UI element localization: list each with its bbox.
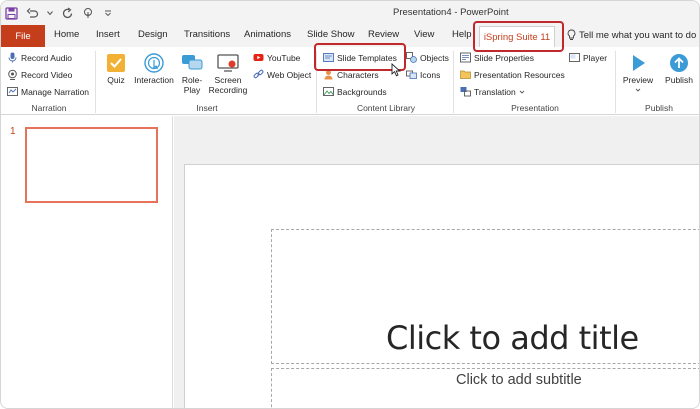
translation-icon bbox=[460, 87, 471, 97]
tell-me-search[interactable]: Tell me what you want to do bbox=[567, 29, 696, 41]
group-separator bbox=[615, 51, 616, 113]
microphone-icon bbox=[8, 52, 17, 63]
quiz-button[interactable]: Quiz bbox=[103, 53, 129, 85]
web-object-button[interactable]: Web Object bbox=[253, 69, 311, 80]
slide-number: 1 bbox=[10, 126, 16, 137]
group-label-content-library: Content Library bbox=[356, 103, 416, 113]
group-separator bbox=[453, 51, 454, 113]
webcam-icon bbox=[8, 69, 17, 80]
slide-thumbnails-panel: 1 bbox=[1, 116, 173, 408]
play-icon bbox=[633, 55, 645, 71]
lightbulb-icon bbox=[567, 29, 576, 40]
tab-slide-show[interactable]: Slide Show bbox=[307, 29, 355, 40]
tab-help[interactable]: Help bbox=[452, 29, 472, 40]
touch-mode-icon[interactable] bbox=[82, 7, 96, 20]
powerpoint-window: Presentation4 - PowerPoint File Home Ins… bbox=[0, 0, 700, 409]
resources-icon bbox=[460, 70, 471, 79]
role-play-button[interactable]: Role- Play bbox=[178, 53, 206, 95]
record-video-button[interactable]: Record Video bbox=[7, 69, 72, 80]
slide-canvas[interactable]: Click to add title Click to add subtitle bbox=[184, 164, 699, 408]
slide-editing-area: Click to add title Click to add subtitle bbox=[174, 116, 699, 408]
subtitle-placeholder[interactable]: Click to add subtitle bbox=[271, 368, 699, 408]
backgrounds-icon bbox=[323, 87, 334, 96]
quiz-icon bbox=[107, 54, 125, 72]
publish-button[interactable]: Publish bbox=[660, 53, 698, 85]
title-placeholder[interactable]: Click to add title bbox=[271, 229, 699, 364]
tab-transitions[interactable]: Transitions bbox=[184, 29, 230, 40]
group-label-narration: Narration bbox=[31, 103, 67, 113]
interaction-button[interactable]: Interaction bbox=[132, 53, 176, 85]
publish-icon bbox=[670, 54, 688, 72]
youtube-button[interactable]: YouTube bbox=[253, 52, 300, 63]
slide-properties-icon bbox=[460, 52, 471, 63]
tab-review[interactable]: Review bbox=[368, 29, 399, 40]
tab-home[interactable]: Home bbox=[54, 29, 79, 40]
player-icon bbox=[569, 53, 580, 62]
title-bar: Presentation4 - PowerPoint bbox=[1, 1, 699, 25]
objects-button[interactable]: Objects bbox=[406, 52, 449, 63]
manage-narration-button[interactable]: Manage Narration bbox=[7, 86, 89, 97]
redo-icon[interactable] bbox=[61, 7, 74, 20]
icons-library-icon bbox=[406, 70, 417, 79]
quick-access-toolbar bbox=[5, 4, 112, 22]
record-audio-button[interactable]: Record Audio bbox=[7, 52, 72, 63]
role-play-icon bbox=[182, 55, 203, 70]
highlight-ispring-tab bbox=[473, 21, 564, 52]
screen-recording-icon bbox=[217, 54, 239, 72]
manage-narration-icon bbox=[7, 87, 18, 96]
undo-icon[interactable] bbox=[26, 7, 39, 20]
save-icon[interactable] bbox=[5, 6, 18, 20]
chevron-down-icon bbox=[519, 90, 525, 94]
customize-icon[interactable] bbox=[104, 9, 112, 17]
player-button[interactable]: Player bbox=[569, 52, 607, 63]
objects-icon bbox=[406, 52, 417, 63]
interaction-icon bbox=[144, 53, 164, 73]
group-label-presentation: Presentation bbox=[511, 103, 559, 113]
youtube-icon bbox=[253, 54, 264, 61]
slide-thumbnail[interactable] bbox=[25, 127, 158, 203]
tab-view[interactable]: View bbox=[414, 29, 434, 40]
tab-file[interactable]: File bbox=[1, 25, 45, 47]
subtitle-placeholder-text: Click to add subtitle bbox=[456, 372, 582, 388]
chevron-down-icon bbox=[635, 88, 641, 92]
title-placeholder-text: Click to add title bbox=[386, 319, 639, 357]
preview-button[interactable]: Preview bbox=[621, 53, 655, 95]
presentation-resources-button[interactable]: Presentation Resources bbox=[460, 69, 565, 80]
link-icon bbox=[253, 69, 264, 79]
screen-recording-button[interactable]: Screen Recording bbox=[207, 53, 249, 95]
group-label-insert: Insert bbox=[196, 103, 218, 113]
tab-design[interactable]: Design bbox=[138, 29, 168, 40]
tab-insert[interactable]: Insert bbox=[96, 29, 120, 40]
group-label-publish: Publish bbox=[645, 103, 673, 113]
backgrounds-button[interactable]: Backgrounds bbox=[323, 86, 387, 97]
icons-button[interactable]: Icons bbox=[406, 69, 440, 80]
translation-button[interactable]: Translation bbox=[460, 86, 525, 97]
slide-properties-button[interactable]: Slide Properties bbox=[460, 52, 534, 63]
window-title: Presentation4 - PowerPoint bbox=[393, 7, 509, 18]
group-separator bbox=[95, 51, 96, 113]
tell-me-text: Tell me what you want to do bbox=[579, 29, 697, 41]
chevron-down-icon[interactable] bbox=[47, 10, 53, 16]
mouse-cursor-icon bbox=[391, 63, 401, 77]
tab-animations[interactable]: Animations bbox=[244, 29, 291, 40]
